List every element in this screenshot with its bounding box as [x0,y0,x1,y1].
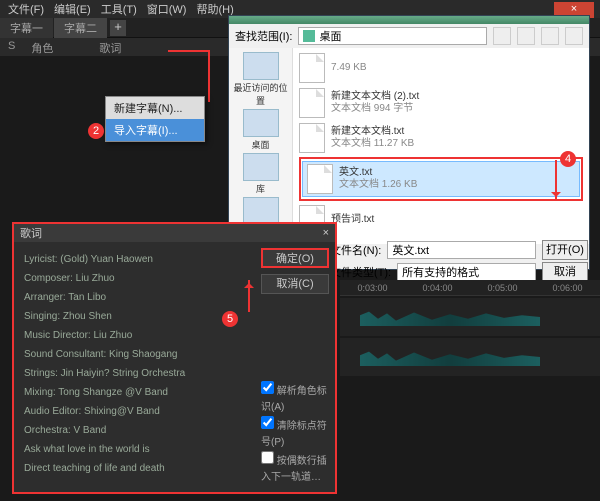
filename-label: 文件名(N): [330,242,381,258]
place-recent[interactable]: 最近访问的位置 [233,52,289,107]
time-marker: 0:05:00 [487,283,517,293]
chk-even-insert[interactable]: 按偶数行插入下一轨道… [261,451,329,486]
file-icon [299,53,325,83]
waveform-track[interactable] [340,298,600,336]
back-button[interactable] [493,27,511,45]
desktop-icon [303,30,315,42]
time-marker: 0:06:00 [552,283,582,293]
open-button[interactable]: 打开(O) [542,240,588,260]
close-icon[interactable]: × [323,227,329,239]
tab-subtitle1[interactable]: 字幕一 [0,18,53,38]
badge-2: 2 [88,123,104,139]
chk-parse-role[interactable]: 解析角色标识(A) [261,381,329,416]
lookin-value: 桌面 [319,28,341,44]
badge-5: 5 [222,311,238,327]
lyric-line: Mixing: Tong Shangze @V Band [24,383,245,402]
tab-subtitle2[interactable]: 字幕二 [54,18,107,38]
lyric-line: Music Director: Liu Zhuo [24,326,245,345]
file-item-selected[interactable]: 英文.txt文本文档 1.26 KB [302,161,580,197]
context-menu: 新建字幕(N)... 导入字幕(I)... [105,96,205,142]
lyric-line: Direct teaching of life and death [24,459,245,478]
file-item[interactable]: 7.49 KB [295,51,587,85]
ok-button[interactable]: 确定(O) [261,248,329,268]
places-bar: 最近访问的位置 桌面 库 计算机 [229,48,293,244]
menu-window[interactable]: 窗口(W) [143,1,191,17]
file-item[interactable]: 预告词.txt [295,203,587,237]
chk-clear-punct[interactable]: 清除标点符号(P) [261,416,329,451]
lyric-line: Lyricist: (Gold) Yuan Haowen [24,250,245,269]
ctx-import-subtitle[interactable]: 导入字幕(I)... [106,119,204,141]
lyric-dialog: 歌词 × Lyricist: (Gold) Yuan Haowen Compose… [12,222,337,494]
waveform-track[interactable] [340,338,600,376]
newfolder-button[interactable] [541,27,559,45]
lyric-list[interactable]: Lyricist: (Gold) Yuan Haowen Composer: L… [14,242,255,492]
arrow-icon [555,160,557,200]
file-item[interactable]: 新建文本文档.txt文本文档 11.27 KB [295,121,587,155]
col-s: S [0,38,23,56]
lookin-label: 查找范围(I): [235,28,292,44]
arrow-icon [248,280,250,312]
menu-tools[interactable]: 工具(T) [97,1,141,17]
file-icon [299,88,325,118]
cancel-button[interactable]: 取消 [542,262,588,282]
views-button[interactable] [565,27,583,45]
menu-edit[interactable]: 编辑(E) [50,1,95,17]
lyric-line: Composer: Liu Zhuo [24,269,245,288]
place-libs[interactable]: 库 [233,153,289,195]
file-list[interactable]: 7.49 KB 新建文本文档 (2).txt文本文档 994 字节 新建文本文档… [293,48,589,244]
col-lyric: 歌词 [91,38,129,56]
filetype-combo[interactable]: 所有支持的格式 [397,263,536,281]
lyric-line: Arranger: Tan Libo [24,288,245,307]
file-item[interactable]: 新建文本文档 (2).txt文本文档 994 字节 [295,86,587,120]
lyric-line: Ask what love in the world is [24,440,245,459]
time-marker: 0:03:00 [357,283,387,293]
timeline[interactable]: 0:03:00 0:04:00 0:05:00 0:06:00 [340,280,600,501]
menu-file[interactable]: 文件(F) [4,1,48,17]
place-desktop[interactable]: 桌面 [233,109,289,151]
filename-input[interactable]: 英文.txt [387,241,536,259]
lyric-title: 歌词 [20,225,42,241]
lyric-line: Strings: Jin Haiyin? String Orchestra [24,364,245,383]
lyric-line: Sound Consultant: King Shaogang [24,345,245,364]
add-tab-button[interactable]: + [110,20,126,36]
col-role: 角色 [23,38,61,56]
file-icon [307,164,333,194]
lyric-line: Singing: Zhou Shen [24,307,245,326]
lyric-line: Orchestra: V Band [24,421,245,440]
lyric-line: Audio Editor: Shixing@V Band [24,402,245,421]
ctx-new-subtitle[interactable]: 新建字幕(N)... [106,97,204,119]
up-button[interactable] [517,27,535,45]
time-marker: 0:04:00 [422,283,452,293]
cancel-button[interactable]: 取消(C) [261,274,329,294]
file-icon [299,123,325,153]
lookin-combo[interactable]: 桌面 [298,27,487,45]
badge-4: 4 [560,151,576,167]
filetype-label: 文件类型(T): [330,264,391,280]
